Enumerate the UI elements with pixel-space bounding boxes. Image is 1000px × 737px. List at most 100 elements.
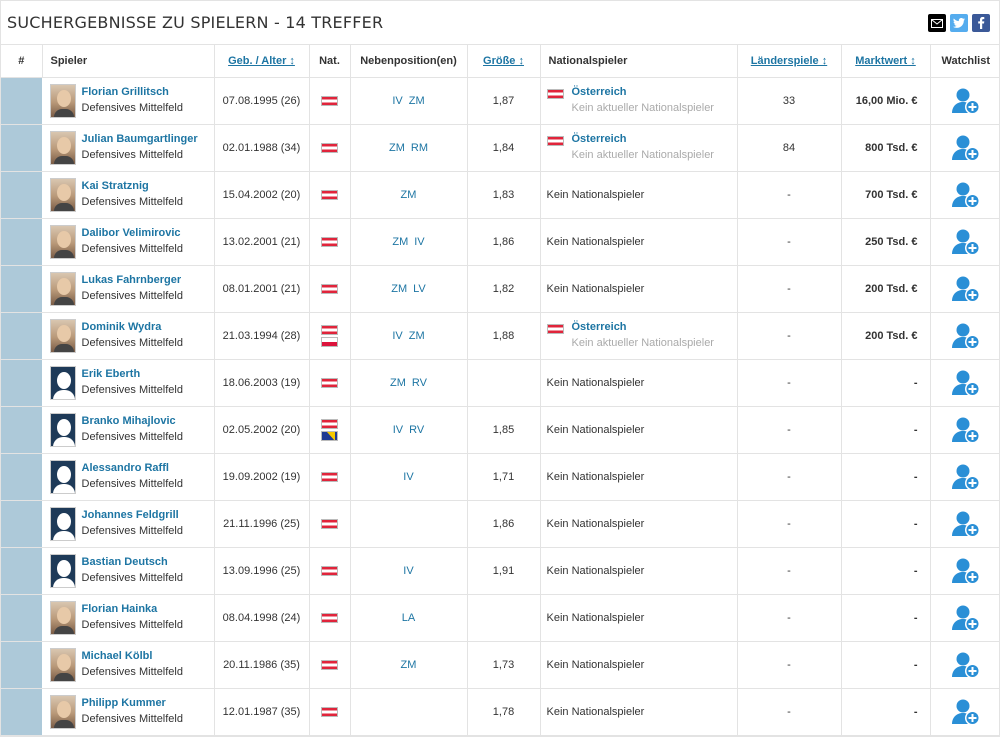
- player-name-link[interactable]: Michael Kölbl: [82, 649, 184, 664]
- side-positions-cell: IV RV: [350, 406, 468, 454]
- email-share-button[interactable]: [928, 14, 946, 32]
- national-status: Kein Nationalspieler: [546, 470, 645, 483]
- caps-cell: -: [737, 312, 842, 360]
- add-to-watchlist-icon[interactable]: [951, 415, 981, 445]
- sort-caps-link[interactable]: Länderspiele ↕: [751, 55, 827, 67]
- row-number-cell: [1, 641, 43, 689]
- col-header-height[interactable]: Größe ↕: [467, 45, 541, 78]
- national-cell: Kein Nationalspieler: [540, 594, 738, 642]
- row-number-cell: [1, 688, 43, 736]
- player-name-link[interactable]: Bastian Deutsch: [82, 555, 184, 570]
- add-to-watchlist-icon[interactable]: [951, 509, 981, 539]
- player-name-link[interactable]: Erik Eberth: [82, 367, 184, 382]
- side-position[interactable]: RM: [411, 142, 428, 154]
- side-position[interactable]: ZM: [409, 330, 425, 342]
- add-to-watchlist-icon[interactable]: [951, 650, 981, 680]
- player-cell: Michael Kölbl Defensives Mittelfeld: [42, 641, 215, 689]
- nationality-cell: [309, 688, 351, 736]
- height-cell: 1,78: [467, 688, 541, 736]
- col-header-birth[interactable]: Geb. / Alter ↕: [214, 45, 310, 78]
- facebook-share-button[interactable]: [972, 14, 990, 32]
- player-photo[interactable]: [49, 130, 76, 165]
- col-header-caps[interactable]: Länderspiele ↕: [737, 45, 842, 78]
- player-name-link[interactable]: Branko Mihajlovic: [82, 414, 184, 429]
- add-to-watchlist-icon[interactable]: [951, 697, 981, 727]
- add-to-watchlist-icon[interactable]: [951, 180, 981, 210]
- player-name-link[interactable]: Dominik Wydra: [82, 320, 184, 335]
- col-header-value[interactable]: Marktwert ↕: [841, 45, 931, 78]
- add-to-watchlist-icon[interactable]: [951, 556, 981, 586]
- market-value-cell: -: [841, 406, 931, 454]
- national-team-link[interactable]: Österreich: [572, 132, 714, 147]
- sort-birth-link[interactable]: Geb. / Alter ↕: [228, 55, 295, 67]
- player-photo[interactable]: [49, 694, 76, 729]
- player-name-link[interactable]: Philipp Kummer: [82, 696, 184, 711]
- player-position: Defensives Mittelfeld: [81, 196, 184, 208]
- player-name-link[interactable]: Alessandro Raffl: [82, 461, 184, 476]
- national-status: Kein aktueller Nationalspieler: [571, 337, 714, 349]
- add-to-watchlist-icon[interactable]: [951, 274, 981, 304]
- player-photo[interactable]: [49, 506, 76, 541]
- add-to-watchlist-icon[interactable]: [951, 368, 981, 398]
- side-position[interactable]: IV: [392, 95, 402, 107]
- player-name-link[interactable]: Kai Stratznig: [82, 179, 184, 194]
- table-row: Erik Eberth Defensives Mittelfeld 18.06.…: [1, 359, 1000, 407]
- player-photo[interactable]: [49, 224, 76, 259]
- player-photo[interactable]: [49, 459, 76, 494]
- add-to-watchlist-icon[interactable]: [951, 133, 981, 163]
- side-position[interactable]: LA: [402, 612, 415, 624]
- row-number-cell: [1, 77, 43, 125]
- add-to-watchlist-icon[interactable]: [951, 462, 981, 492]
- side-position[interactable]: IV: [403, 471, 413, 483]
- player-name-link[interactable]: Florian Grillitsch: [82, 85, 184, 100]
- player-name-link[interactable]: Lukas Fahrnberger: [82, 273, 184, 288]
- side-position[interactable]: ZM: [390, 377, 406, 389]
- side-position[interactable]: ZM: [392, 236, 408, 248]
- national-cell: Kein Nationalspieler: [540, 359, 738, 407]
- add-to-watchlist-icon[interactable]: [951, 603, 981, 633]
- player-name-link[interactable]: Florian Hainka: [82, 602, 184, 617]
- table-row: Michael Kölbl Defensives Mittelfeld 20.1…: [1, 641, 1000, 689]
- side-position[interactable]: ZM: [391, 283, 407, 295]
- row-number-cell: [1, 500, 43, 548]
- sort-value-link[interactable]: Marktwert ↕: [855, 55, 916, 67]
- player-photo[interactable]: [49, 177, 76, 212]
- side-position[interactable]: ZM: [401, 659, 417, 671]
- side-position[interactable]: IV: [393, 424, 403, 436]
- player-name-link[interactable]: Johannes Feldgrill: [82, 508, 184, 523]
- player-name-link[interactable]: Dalibor Velimirovic: [82, 226, 184, 241]
- national-status: Kein Nationalspieler: [546, 517, 645, 530]
- sort-height-link[interactable]: Größe ↕: [483, 55, 524, 67]
- national-team-link[interactable]: Österreich: [572, 85, 714, 100]
- side-position[interactable]: RV: [412, 377, 427, 389]
- caps-cell: -: [737, 171, 842, 219]
- player-photo[interactable]: [49, 553, 76, 588]
- national-team-link[interactable]: Österreich: [572, 320, 714, 335]
- player-photo[interactable]: [49, 271, 76, 306]
- side-position[interactable]: IV: [392, 330, 402, 342]
- player-photo[interactable]: [49, 600, 76, 635]
- add-to-watchlist-icon[interactable]: [951, 86, 981, 116]
- side-position[interactable]: IV: [403, 565, 413, 577]
- add-to-watchlist-icon[interactable]: [951, 321, 981, 351]
- flag-aut-icon: [321, 659, 338, 670]
- side-position[interactable]: ZM: [409, 95, 425, 107]
- add-to-watchlist-icon[interactable]: [951, 227, 981, 257]
- player-photo[interactable]: [49, 647, 76, 682]
- side-position[interactable]: IV: [414, 236, 424, 248]
- height-cell: 1,86: [467, 500, 541, 548]
- side-position[interactable]: ZM: [401, 189, 417, 201]
- player-photo[interactable]: [49, 83, 76, 118]
- twitter-share-button[interactable]: [950, 14, 968, 32]
- player-photo[interactable]: [49, 412, 76, 447]
- side-position[interactable]: RV: [409, 424, 424, 436]
- player-name-link[interactable]: Julian Baumgartlinger: [82, 132, 198, 147]
- side-position[interactable]: LV: [413, 283, 426, 295]
- caps-cell: 33: [737, 77, 842, 125]
- player-photo[interactable]: [49, 365, 76, 400]
- height-cell: [467, 359, 541, 407]
- side-position[interactable]: ZM: [389, 142, 405, 154]
- national-cell: Kein Nationalspieler: [540, 641, 738, 689]
- player-photo[interactable]: [49, 318, 76, 353]
- table-row: Alessandro Raffl Defensives Mittelfeld 1…: [1, 453, 1000, 501]
